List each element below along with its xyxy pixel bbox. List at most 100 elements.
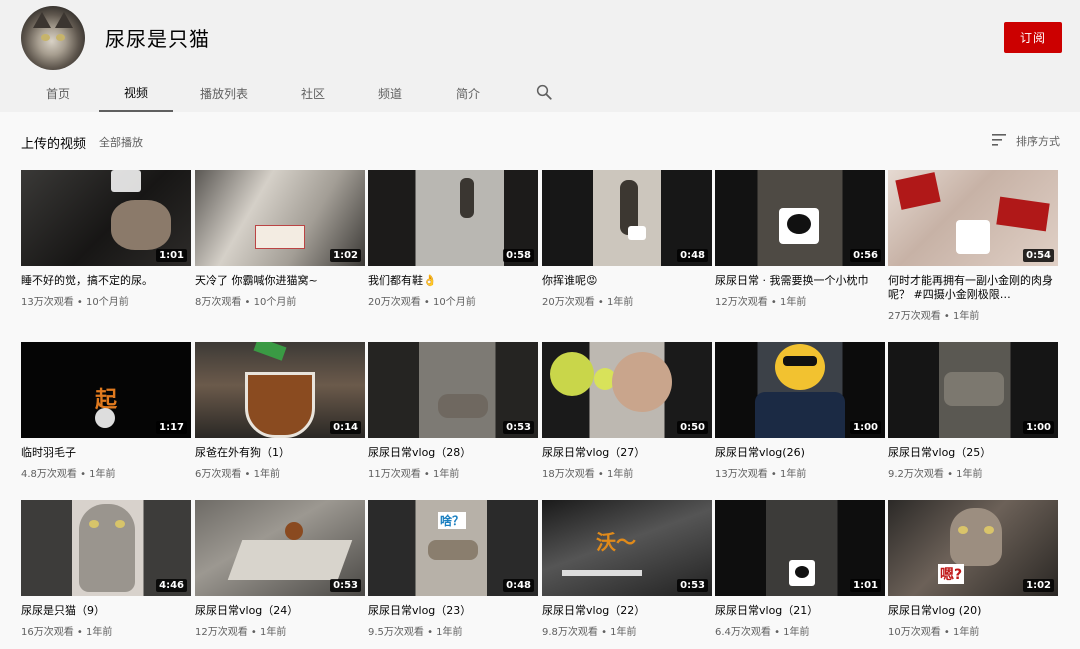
duration-badge: 1:17 <box>156 421 187 434</box>
channel-tabs: 首页 视频 播放列表 社区 频道 简介 <box>0 74 1080 112</box>
duration-badge: 0:53 <box>677 579 708 592</box>
video-title[interactable]: 天冷了 你霸喊你进猫窝~ <box>195 274 365 288</box>
video-meta: 20万次观看 • 10个月前 <box>368 293 538 308</box>
section-title: 上传的视频 <box>21 133 86 152</box>
video-title[interactable]: 尿尿日常vlog（27） <box>542 446 712 460</box>
video-thumbnail[interactable]: 0:48 <box>542 170 712 266</box>
video-card[interactable]: 起 1:17 临时羽毛子 4.8万次观看 • 1年前 <box>21 342 191 480</box>
video-card[interactable]: 沃～ 0:53 尿尿日常vlog（22） 9.8万次观看 • 1年前 <box>542 500 712 638</box>
video-thumbnail[interactable]: 0:53 <box>195 500 365 596</box>
channel-avatar[interactable] <box>21 6 85 70</box>
channel-header: 尿尿是只猫 订阅 首页 视频 播放列表 社区 频道 简介 <box>0 0 1080 112</box>
video-card[interactable]: 0:53 尿尿日常vlog（24） 12万次观看 • 1年前 <box>195 500 365 638</box>
video-thumbnail[interactable]: 沃～ 0:53 <box>542 500 712 596</box>
duration-badge: 1:02 <box>330 249 361 262</box>
video-card[interactable]: 1:01 睡不好的觉，搞不定的尿。 13万次观看 • 10个月前 <box>21 170 191 308</box>
duration-badge: 0:58 <box>503 249 534 262</box>
video-title[interactable]: 我们都有鞋👌 <box>368 274 538 288</box>
tab-channels[interactable]: 频道 <box>365 74 415 112</box>
video-title[interactable]: 尿尿日常vlog（22） <box>542 604 712 618</box>
tab-community[interactable]: 社区 <box>288 74 338 112</box>
video-meta: 9.8万次观看 • 1年前 <box>542 623 712 638</box>
video-title[interactable]: 何时才能再拥有一副小金刚的肉身呢？ #四摄小金刚极限… <box>888 274 1058 302</box>
video-meta: 27万次观看 • 1年前 <box>888 307 1058 322</box>
video-card[interactable]: 0:53 尿尿日常vlog（28） 11万次观看 • 1年前 <box>368 342 538 480</box>
video-title[interactable]: 尿尿日常 · 我需要换一个小枕巾 <box>715 274 885 288</box>
video-title[interactable]: 尿尿日常vlog（23） <box>368 604 538 618</box>
video-meta: 13万次观看 • 1年前 <box>715 465 885 480</box>
thumb-overlay-text: 啥？ <box>438 512 466 529</box>
tab-about[interactable]: 简介 <box>443 74 493 112</box>
video-thumbnail[interactable]: 0:53 <box>368 342 538 438</box>
video-card[interactable]: 1:00 尿尿日常vlog（25） 9.2万次观看 • 1年前 <box>888 342 1058 480</box>
video-title[interactable]: 尿尿日常vlog（24） <box>195 604 365 618</box>
channel-name: 尿尿是只猫 <box>105 23 210 52</box>
duration-badge: 1:01 <box>156 249 187 262</box>
video-card[interactable]: 1:00 尿尿日常vlog(26) 13万次观看 • 1年前 <box>715 342 885 480</box>
video-meta: 4.8万次观看 • 1年前 <box>21 465 191 480</box>
tab-videos[interactable]: 视频 <box>99 74 173 112</box>
video-card[interactable]: 1:01 尿尿日常vlog（21） 6.4万次观看 • 1年前 <box>715 500 885 638</box>
video-meta: 10万次观看 • 1年前 <box>888 623 1058 638</box>
video-thumbnail[interactable]: 嗯? 1:02 <box>888 500 1058 596</box>
video-card[interactable]: 0:56 尿尿日常 · 我需要换一个小枕巾 12万次观看 • 1年前 <box>715 170 885 308</box>
duration-badge: 1:00 <box>1023 421 1054 434</box>
video-thumbnail[interactable]: 1:01 <box>715 500 885 596</box>
video-card[interactable]: 0:50 尿尿日常vlog（27） 18万次观看 • 1年前 <box>542 342 712 480</box>
video-meta: 9.2万次观看 • 1年前 <box>888 465 1058 480</box>
video-card[interactable]: 嗯? 1:02 尿尿日常vlog (20) 10万次观看 • 1年前 <box>888 500 1058 638</box>
video-meta: 12万次观看 • 1年前 <box>715 293 885 308</box>
video-thumbnail[interactable]: 起 1:17 <box>21 342 191 438</box>
video-card[interactable]: 0:14 尿爸在外有狗（1） 6万次观看 • 1年前 <box>195 342 365 480</box>
tab-home[interactable]: 首页 <box>30 74 86 112</box>
video-thumbnail[interactable]: 0:58 <box>368 170 538 266</box>
video-title[interactable]: 尿尿日常vlog（21） <box>715 604 885 618</box>
sort-icon[interactable] <box>992 134 1006 146</box>
duration-badge: 0:14 <box>330 421 361 434</box>
video-title[interactable]: 尿尿是只猫（9） <box>21 604 191 618</box>
thumb-overlay-text: 沃～ <box>596 526 636 555</box>
video-title[interactable]: 临时羽毛子 <box>21 446 191 460</box>
video-thumbnail[interactable]: 0:54 <box>888 170 1058 266</box>
video-thumbnail[interactable]: 1:00 <box>888 342 1058 438</box>
video-thumbnail[interactable]: 1:00 <box>715 342 885 438</box>
video-card[interactable]: 4:46 尿尿是只猫（9） 16万次观看 • 1年前 <box>21 500 191 638</box>
video-thumbnail[interactable]: 0:50 <box>542 342 712 438</box>
video-meta: 8万次观看 • 10个月前 <box>195 293 365 308</box>
video-meta: 12万次观看 • 1年前 <box>195 623 365 638</box>
video-title[interactable]: 尿爸在外有狗（1） <box>195 446 365 460</box>
video-title[interactable]: 睡不好的觉，搞不定的尿。 <box>21 274 191 288</box>
video-thumbnail[interactable]: 1:01 <box>21 170 191 266</box>
duration-badge: 0:53 <box>330 579 361 592</box>
video-title[interactable]: 尿尿日常vlog (20) <box>888 604 1058 618</box>
video-thumbnail[interactable]: 4:46 <box>21 500 191 596</box>
duration-badge: 0:50 <box>677 421 708 434</box>
video-meta: 6.4万次观看 • 1年前 <box>715 623 885 638</box>
video-card[interactable]: 0:54 何时才能再拥有一副小金刚的肉身呢？ #四摄小金刚极限… 27万次观看 … <box>888 170 1058 322</box>
video-title[interactable]: 尿尿日常vlog（25） <box>888 446 1058 460</box>
video-thumbnail[interactable]: 0:14 <box>195 342 365 438</box>
video-card[interactable]: 0:48 你挥谁呢😡 20万次观看 • 1年前 <box>542 170 712 308</box>
video-thumbnail[interactable]: 0:56 <box>715 170 885 266</box>
tab-playlists[interactable]: 播放列表 <box>186 74 262 112</box>
video-title[interactable]: 尿尿日常vlog（28） <box>368 446 538 460</box>
subscribe-button[interactable]: 订阅 <box>1004 22 1062 53</box>
video-title[interactable]: 你挥谁呢😡 <box>542 274 712 288</box>
video-thumbnail[interactable]: 1:02 <box>195 170 365 266</box>
search-icon[interactable] <box>535 83 553 101</box>
thumb-overlay-text: 嗯? <box>938 564 964 584</box>
duration-badge: 4:46 <box>156 579 187 592</box>
video-card[interactable]: 1:02 天冷了 你霸喊你进猫窝~ 8万次观看 • 10个月前 <box>195 170 365 308</box>
video-card[interactable]: 啥？ 0:48 尿尿日常vlog（23） 9.5万次观看 • 1年前 <box>368 500 538 638</box>
play-all-link[interactable]: 全部播放 <box>99 134 143 150</box>
video-card[interactable]: 0:58 我们都有鞋👌 20万次观看 • 10个月前 <box>368 170 538 308</box>
video-meta: 9.5万次观看 • 1年前 <box>368 623 538 638</box>
video-meta: 18万次观看 • 1年前 <box>542 465 712 480</box>
video-thumbnail[interactable]: 啥？ 0:48 <box>368 500 538 596</box>
duration-badge: 1:00 <box>850 421 881 434</box>
sort-label[interactable]: 排序方式 <box>1016 133 1060 149</box>
video-meta: 13万次观看 • 10个月前 <box>21 293 191 308</box>
duration-badge: 0:56 <box>850 249 881 262</box>
video-title[interactable]: 尿尿日常vlog(26) <box>715 446 885 460</box>
video-meta: 16万次观看 • 1年前 <box>21 623 191 638</box>
